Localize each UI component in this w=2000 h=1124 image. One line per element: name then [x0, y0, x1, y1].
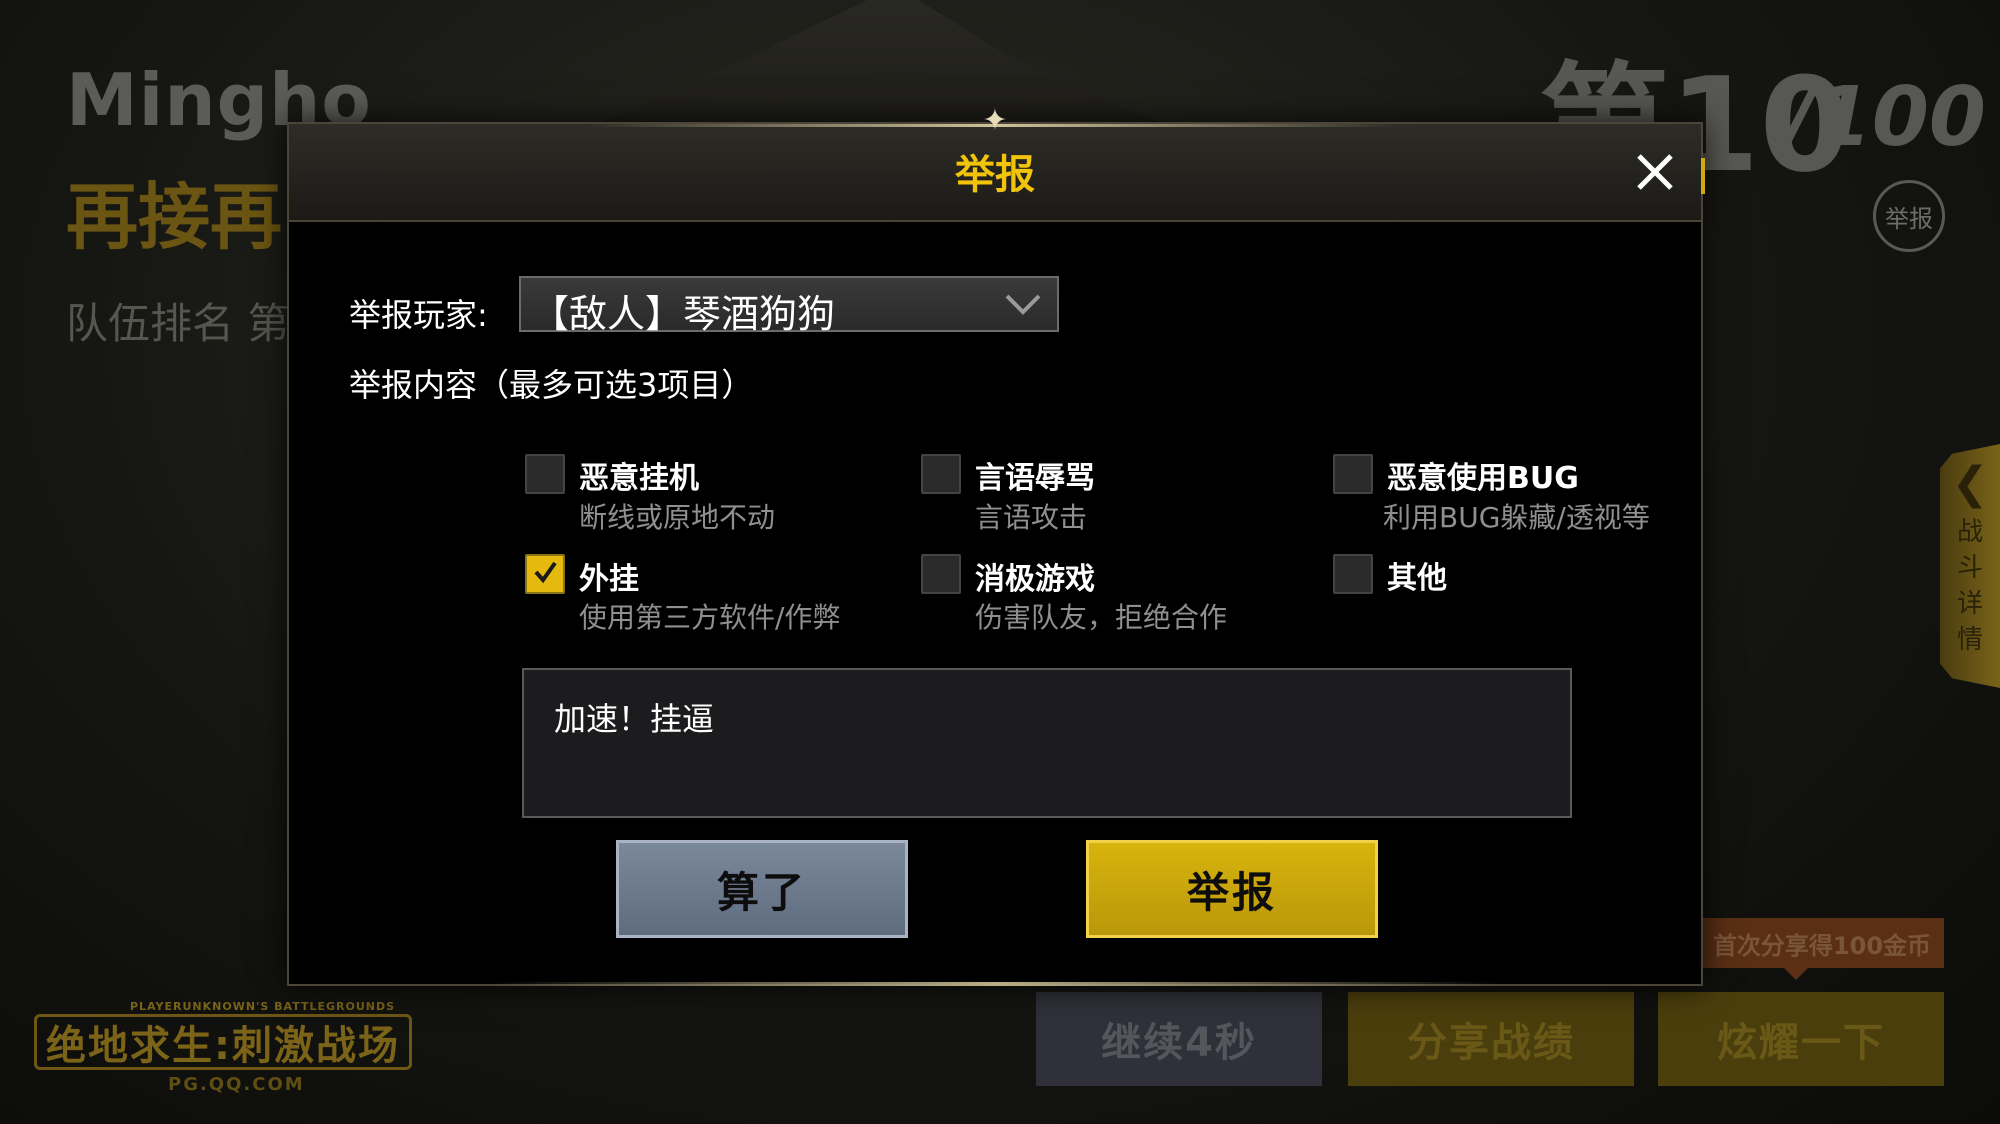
game-logo: PLAYERUNKNOWN'S BATTLEGROUNDS 绝地求生:刺激战场 …: [30, 1000, 420, 1096]
option-desc: 伤害队友，拒绝合作: [975, 601, 1228, 634]
checkmark-icon: [534, 561, 557, 584]
option-desc: 利用BUG躲藏/透视等: [1383, 501, 1650, 534]
option-title: 外挂: [579, 562, 639, 597]
option-desc: 使用第三方软件/作弊: [579, 601, 841, 634]
battle-details-label: 战斗详情: [1956, 517, 1983, 655]
continue-button[interactable]: 继续4秒: [1036, 992, 1322, 1086]
report-note-text: 加速！挂逼: [554, 700, 715, 738]
background-plane: [560, 0, 1200, 140]
option-title: 消极游戏: [975, 562, 1095, 597]
star-emblem-icon: ✦: [982, 103, 1008, 138]
close-icon[interactable]: [1629, 146, 1681, 198]
dialog-header: ✦ 举报: [289, 104, 1701, 222]
background-rank-total: /100: [1784, 70, 1986, 165]
background-report-button[interactable]: 举报: [1873, 180, 1945, 252]
report-note-textarea[interactable]: 加速！挂逼: [522, 668, 1572, 818]
option-title: 其他: [1387, 561, 1447, 596]
share-bonus-tooltip: 首次分享得100金币: [1700, 918, 1944, 980]
checkbox-verbal-abuse[interactable]: [921, 454, 961, 494]
option-desc: 言语攻击: [975, 501, 1088, 534]
option-title: 言语辱骂: [975, 461, 1095, 496]
header-accent: [1701, 158, 1705, 194]
dialog-title: 举报: [955, 152, 1035, 198]
report-dialog: ✦ 举报 举报玩家: 【敌人】琴酒狗狗 举报内容（最多可选3项目） 恶意挂机 断…: [287, 104, 1705, 986]
cancel-button[interactable]: 算了: [616, 840, 908, 938]
show-off-button[interactable]: 炫耀一下: [1658, 992, 1944, 1086]
share-results-button[interactable]: 分享战绩: [1348, 992, 1634, 1086]
checkbox-bug-abuse[interactable]: [1333, 454, 1373, 494]
chevron-left-icon: ❮: [1951, 458, 1989, 509]
logo-subtitle: PLAYERUNKNOWN'S BATTLEGROUNDS: [130, 1000, 396, 1013]
report-content-label: 举报内容（最多可选3项目）: [349, 366, 754, 404]
option-desc: 断线或原地不动: [579, 501, 776, 534]
checkbox-cheating[interactable]: [525, 554, 565, 594]
player-select-value: 【敌人】琴酒狗狗: [531, 292, 836, 336]
battle-details-tab[interactable]: ❮ 战斗详情: [1940, 444, 2000, 688]
logo-url: PG.QQ.COM: [168, 1074, 305, 1095]
report-player-label: 举报玩家:: [349, 296, 488, 334]
background-encourage-text: 再接再: [66, 175, 283, 259]
option-title: 恶意挂机: [579, 461, 699, 496]
background-team-rank: 队伍排名 第: [66, 299, 290, 348]
footer-glow: [489, 982, 1501, 986]
checkbox-afk[interactable]: [525, 454, 565, 494]
submit-report-button[interactable]: 举报: [1086, 840, 1378, 938]
player-select-dropdown[interactable]: 【敌人】琴酒狗狗: [519, 276, 1059, 336]
option-title: 恶意使用BUG: [1387, 461, 1579, 496]
logo-title: 绝地求生:刺激战场: [34, 1014, 412, 1070]
checkbox-other[interactable]: [1333, 554, 1373, 594]
checkbox-negative-play[interactable]: [921, 554, 961, 594]
chevron-down-icon: [1003, 286, 1043, 322]
